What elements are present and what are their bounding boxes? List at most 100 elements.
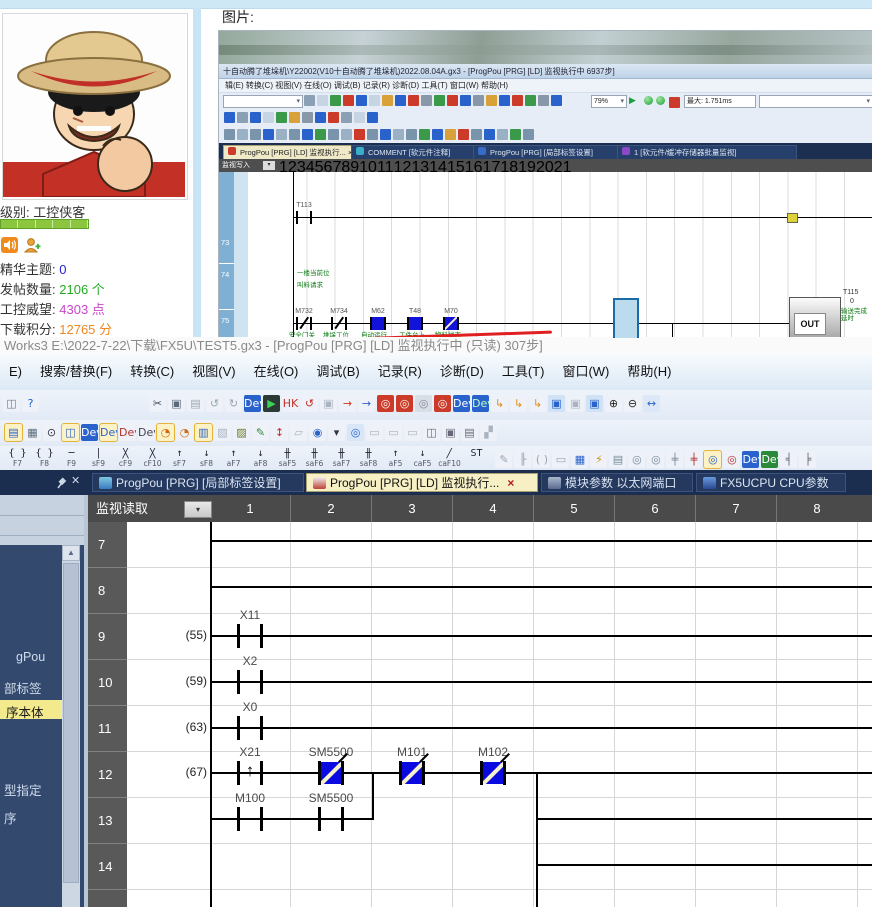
dev-grid-icon[interactable]: Dev: [100, 424, 117, 441]
menu-item[interactable]: 诊断(D): [440, 355, 484, 389]
contact-SM5500[interactable]: SM5500: [318, 807, 344, 831]
embedded-menu-bar[interactable]: 辑(E) 转换(C) 视图(V) 在线(O) 调试(B) 记录(R) 诊断(D)…: [219, 79, 872, 93]
tree-item-type-spec[interactable]: 型指定: [4, 780, 42, 799]
pulse-close-icon[interactable]: ↓sF8: [194, 448, 219, 470]
tab-device-monitor[interactable]: 1 [软元件/缓冲存储器批量监视]: [617, 145, 797, 160]
tool-icon[interactable]: [302, 129, 313, 140]
tool-icon[interactable]: [315, 129, 326, 140]
write-to-plc-icon[interactable]: Dev: [244, 395, 261, 412]
tool-icon[interactable]: [551, 95, 562, 106]
io-check-icon[interactable]: ↕: [271, 424, 288, 441]
dev-eye-icon[interactable]: ◉: [309, 424, 326, 441]
contact-X0[interactable]: X0: [237, 716, 263, 740]
menu-item[interactable]: 视图(V): [192, 355, 235, 389]
step-out-icon[interactable]: ↳: [529, 395, 546, 412]
tool-icon[interactable]: [538, 95, 549, 106]
tool-icon[interactable]: [302, 112, 313, 123]
verify-plc-icon[interactable]: HK: [282, 395, 299, 412]
tool-icon[interactable]: [447, 95, 458, 106]
tool-icon[interactable]: [224, 129, 235, 140]
tool-icon[interactable]: [382, 95, 393, 106]
scroll-up-icon[interactable]: ▲: [62, 545, 80, 561]
contact-gray-icon[interactable]: ╟: [514, 451, 531, 468]
align-right-icon[interactable]: ╪: [685, 451, 702, 468]
plc-write-icon[interactable]: ◎: [396, 395, 413, 412]
tool-icon[interactable]: [250, 112, 261, 123]
tool-icon[interactable]: [499, 95, 510, 106]
tool-icon[interactable]: [289, 129, 300, 140]
menu-item[interactable]: 帮助(H): [627, 355, 671, 389]
tool-icon[interactable]: [276, 129, 287, 140]
tool-icon[interactable]: [445, 129, 456, 140]
option-2-icon[interactable]: ▣: [442, 424, 459, 441]
tool-icon[interactable]: [330, 95, 341, 106]
h-line-icon[interactable]: ─F9: [59, 448, 84, 470]
flash-write-icon[interactable]: ⚡: [590, 451, 607, 468]
contact-M102-nc-on[interactable]: M102: [480, 761, 506, 785]
tool-icon[interactable]: [471, 129, 482, 140]
tool-icon[interactable]: [263, 129, 274, 140]
coil-gray-icon[interactable]: ( ): [533, 451, 550, 468]
tool-icon[interactable]: [458, 129, 469, 140]
contact-M732[interactable]: M732: [296, 317, 312, 330]
tool-icon[interactable]: [523, 129, 534, 140]
tool-icon[interactable]: [356, 95, 367, 106]
tool-icon[interactable]: [512, 95, 523, 106]
program-rebuild-icon[interactable]: ▨: [233, 424, 250, 441]
find-icon[interactable]: ⊙: [43, 424, 60, 441]
program-check-gray-icon[interactable]: ▧: [214, 424, 231, 441]
dev-find-icon[interactable]: Dev: [742, 451, 759, 468]
read-from-plc-icon[interactable]: ▶: [263, 395, 280, 412]
contact-T113[interactable]: T113: [296, 211, 312, 224]
contact-T48[interactable]: T48: [407, 317, 423, 330]
tool-icon[interactable]: [237, 129, 248, 140]
tool-icon[interactable]: [343, 95, 354, 106]
ladder-editor[interactable]: (55) X11 (59) X2 (63) X0 (67) X21↑ SM550…: [127, 522, 872, 907]
falling-contact-icon[interactable]: ↓caF5: [410, 448, 435, 470]
monitor-write-icon[interactable]: ▣: [586, 395, 603, 412]
tool-icon[interactable]: [224, 112, 235, 123]
label-edit-icon[interactable]: ✎: [252, 424, 269, 441]
window-gray-2-icon[interactable]: ▭: [385, 424, 402, 441]
rising-contact-icon[interactable]: ↑aF5: [383, 448, 408, 470]
tool-icon[interactable]: [341, 112, 352, 123]
inline-box-icon[interactable]: ▭: [552, 451, 569, 468]
jump-red-icon[interactable]: →: [339, 395, 356, 412]
indent-right-icon[interactable]: ╞: [799, 451, 816, 468]
close-tab-icon[interactable]: ×: [507, 476, 514, 490]
tool-icon[interactable]: [432, 129, 443, 140]
dropdown-button[interactable]: ▾: [184, 501, 212, 518]
tool-icon[interactable]: [289, 112, 300, 123]
help-icon[interactable]: ?: [22, 395, 39, 412]
tool-icon[interactable]: [484, 129, 495, 140]
menu-item[interactable]: 记录(R): [378, 355, 422, 389]
contact-SM5500-nc-on[interactable]: SM5500: [318, 761, 344, 785]
tool-icon[interactable]: [380, 129, 391, 140]
dev-monitor-icon[interactable]: Dev: [453, 395, 470, 412]
tab-local-label[interactable]: ProgPou [PRG] [局部标签设置]: [473, 145, 623, 160]
tool-icon[interactable]: [328, 112, 339, 123]
selected-cell[interactable]: [613, 298, 639, 338]
menu-item[interactable]: 搜索/替换(F): [40, 355, 112, 389]
pulse-close-branch-icon[interactable]: ↓aF8: [248, 448, 273, 470]
tool-icon[interactable]: [460, 95, 471, 106]
undo-write-icon[interactable]: ↺: [301, 395, 318, 412]
invert-result-icon[interactable]: ╱caF10: [437, 448, 462, 470]
tab-ld-monitor[interactable]: ProgPou [PRG] [LD] 监视执行... ×: [223, 145, 357, 160]
v-line-icon[interactable]: │sF9: [86, 448, 111, 470]
watch-window-2-icon[interactable]: ◔: [176, 424, 193, 441]
add-friend-icon[interactable]: [24, 237, 41, 253]
tool-icon[interactable]: [304, 95, 315, 106]
block-edit-icon[interactable]: ▦: [571, 451, 588, 468]
tree-item-local-label[interactable]: 部标签: [4, 678, 42, 697]
tool-icon[interactable]: [263, 112, 274, 123]
tool-icon[interactable]: [393, 129, 404, 140]
redo-icon[interactable]: ↻: [225, 395, 242, 412]
tool-icon[interactable]: [408, 95, 419, 106]
coil-icon[interactable]: { }F7: [5, 448, 30, 470]
tool-icon[interactable]: [237, 112, 248, 123]
zoom-ladder-icon[interactable]: ◎: [704, 451, 721, 468]
contact-M62[interactable]: M62: [370, 317, 386, 330]
monitor-status-icon[interactable]: [669, 97, 680, 108]
dev-edit-icon[interactable]: Dev: [472, 395, 489, 412]
